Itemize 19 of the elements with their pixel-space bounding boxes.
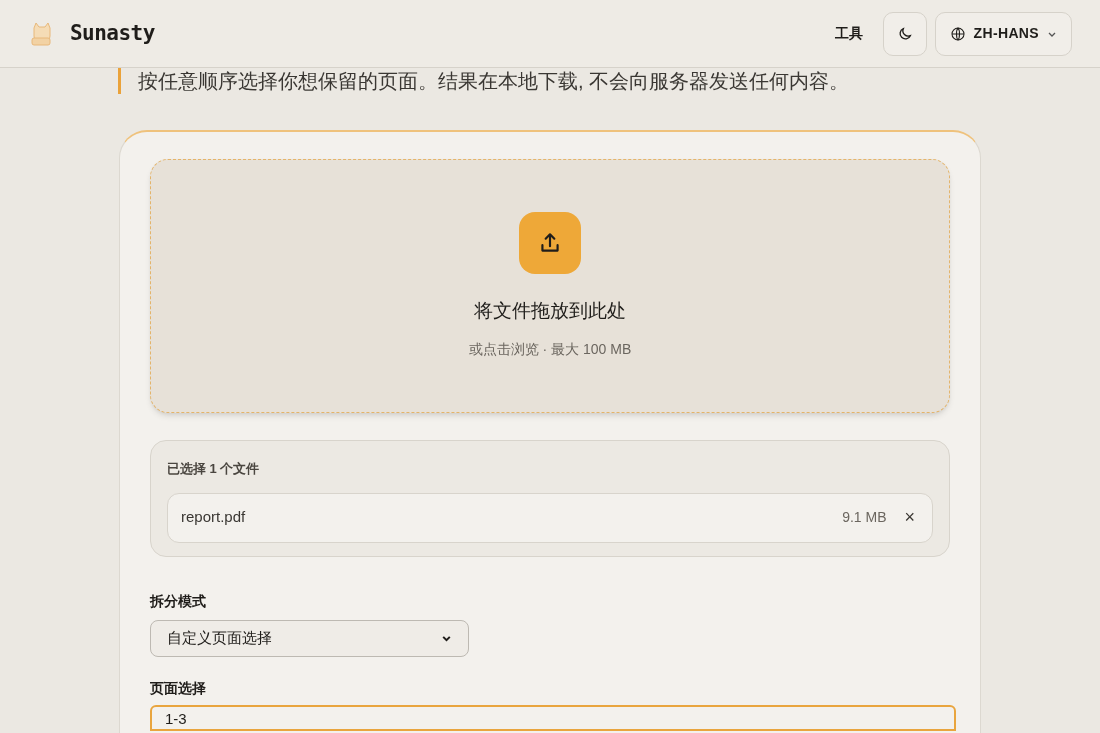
split-mode-label: 拆分模式	[150, 592, 207, 611]
file-size: 9.1 MB	[842, 508, 887, 527]
file-dropzone[interactable]: 将文件拖放到此处 或点击浏览 · 最大 100 MB	[150, 159, 950, 413]
description-text: 按任意顺序选择你想保留的页面。结果在本地下载, 不会向服务器发送任何内容。	[138, 69, 850, 94]
upload-icon	[519, 212, 581, 274]
page-selection-label: 页面选择	[150, 679, 207, 698]
theme-toggle-button[interactable]	[882, 11, 927, 56]
split-mode-select[interactable]: 自定义页面选择	[150, 620, 469, 657]
accent-bar	[118, 68, 121, 94]
remove-file-button[interactable]: ×	[900, 504, 919, 531]
brand-name[interactable]: Sunasty	[70, 17, 155, 50]
dropzone-hint: 或点击浏览 · 最大 100 MB	[468, 339, 632, 359]
language-dropdown[interactable]: ZH-HANS	[934, 11, 1072, 56]
file-name: report.pdf	[181, 507, 246, 528]
page-selection-field[interactable]: 1-3	[150, 705, 956, 731]
tools-link[interactable]: 工具	[834, 23, 863, 44]
globe-icon	[949, 25, 966, 42]
dropzone-title: 将文件拖放到此处	[474, 298, 626, 323]
file-count-heading: 已选择 1 个文件	[167, 460, 261, 478]
